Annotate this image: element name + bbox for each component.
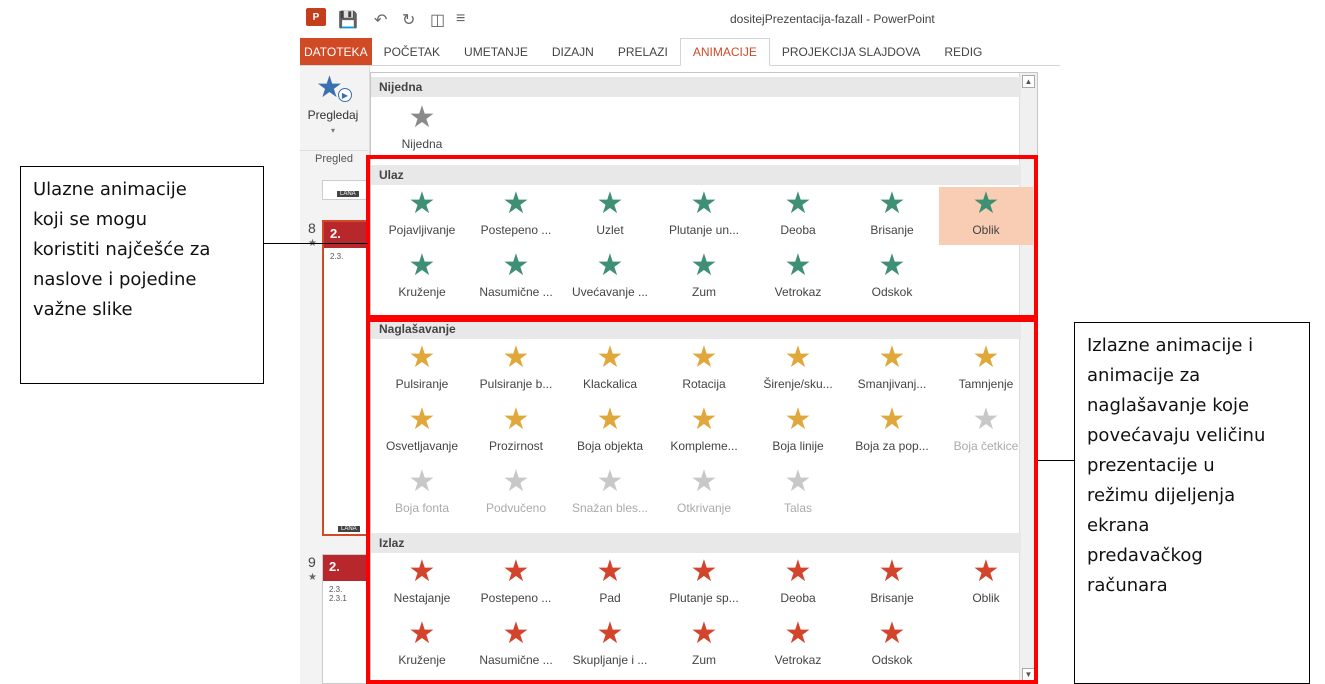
- slide-thumbnail-8[interactable]: 2. 2.3. LANA: [322, 220, 368, 536]
- callout-line: Ulazne animacije: [33, 179, 187, 200]
- tab-insert[interactable]: UMETANJE: [452, 38, 540, 65]
- entrance-callout-leader: [264, 243, 368, 244]
- emphasis-exit-callout: Izlazne animacije i animacije za naglaša…: [1074, 322, 1310, 684]
- entrance-callout: Ulazne animacije koji se mogu koristiti …: [20, 166, 264, 384]
- slide-subtitle: 2.3. 2.3.1: [329, 585, 347, 603]
- emphasis-exit-highlight-box: [366, 318, 1038, 684]
- redo-icon[interactable]: ↻: [402, 10, 415, 30]
- slide-footer-logo: LANA: [337, 191, 359, 197]
- animation-item-label: Nijedna: [401, 137, 443, 151]
- tab-home[interactable]: POČETAK: [372, 38, 452, 65]
- slide-title-block: 2.: [323, 555, 367, 581]
- callout-line: računara: [1087, 575, 1168, 596]
- callout-line: važne slike: [33, 299, 133, 320]
- tab-design[interactable]: DIZAJN: [540, 38, 606, 65]
- slide-number: 9: [308, 554, 316, 570]
- ribbon-tabs: DATOTEKA POČETAK UMETANJE DIZAJN PRELAZI…: [300, 38, 1060, 66]
- callout-line: naslove i pojedine: [33, 269, 197, 290]
- animation-star-icon: ★: [408, 101, 436, 134]
- callout-line: animacije za: [1087, 365, 1201, 386]
- preview-button[interactable]: ★ ▶ Pregledaj ▾: [300, 66, 368, 154]
- left-panel: ★ ▶ Pregledaj ▾ Pregled LANA 8 ★ 2. 2.3.…: [300, 66, 370, 684]
- slide-number: 8: [308, 220, 316, 236]
- callout-line: režimu dijeljenja: [1087, 485, 1236, 506]
- preview-label: Pregledaj: [307, 108, 359, 122]
- callout-line: Izlazne animacije i: [1087, 335, 1254, 356]
- save-icon[interactable]: 💾: [338, 10, 358, 30]
- chevron-down-icon[interactable]: ▾: [300, 126, 366, 135]
- section-none-heading: Nijedna: [371, 77, 1021, 97]
- tab-review[interactable]: REDIG: [932, 38, 994, 65]
- window-title: dositejPrezentacija-fazall - PowerPoint: [730, 12, 935, 26]
- slide-footer-logo: LANA: [338, 526, 360, 532]
- slide-title-block: 2.: [324, 222, 368, 248]
- undo-icon[interactable]: ↶: [374, 10, 387, 30]
- callout-line: koji se mogu: [33, 209, 148, 230]
- play-icon: ▶: [338, 88, 352, 102]
- callout-line: ekrana: [1087, 515, 1150, 536]
- callout-line: koristiti najčešće za: [33, 239, 211, 260]
- callout-line: povećavaju veličinu: [1087, 425, 1266, 446]
- callout-line: prezentacije u: [1087, 455, 1215, 476]
- animation-item[interactable]: ★ Nijedna: [375, 101, 469, 159]
- customize-qat-icon[interactable]: ≡: [456, 10, 465, 28]
- slide-thumbnail-partial[interactable]: LANA: [322, 180, 368, 200]
- scroll-up-icon[interactable]: ▲: [1022, 75, 1035, 88]
- callout-line: naglašavanje koje: [1087, 395, 1250, 416]
- entrance-highlight-box: [366, 155, 1038, 319]
- tab-slide-show[interactable]: PROJEKCIJA SLAJDOVA: [770, 38, 933, 65]
- preview-group-label: Pregled: [300, 150, 368, 165]
- tab-animations[interactable]: ANIMACIJE: [679, 38, 770, 66]
- tab-transitions[interactable]: PRELAZI: [606, 38, 680, 65]
- animation-marker-icon: ★: [308, 572, 317, 583]
- powerpoint-logo-icon[interactable]: P: [306, 8, 326, 26]
- slide-subtitle: 2.3.: [330, 252, 344, 261]
- tab-file[interactable]: DATOTEKA: [300, 38, 372, 65]
- emphasis-callout-leader: [1038, 460, 1074, 461]
- start-from-beginning-icon[interactable]: ◫: [430, 10, 445, 30]
- title-bar: P 💾 ↶ ↻ ◫ ≡ dositejPrezentacija-fazall -…: [300, 0, 1060, 38]
- callout-line: predavačkog: [1087, 545, 1203, 566]
- slide-thumbnail-9[interactable]: 2. 2.3. 2.3.1: [322, 554, 368, 684]
